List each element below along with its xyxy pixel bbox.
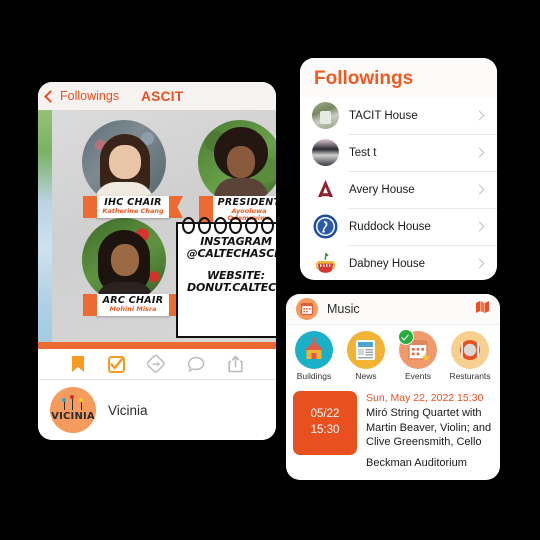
event-title: Miró String Quartet with Martin Beaver, …	[366, 407, 492, 448]
ihc-chair-ribbon: IHC CHAIR Katherine Chang	[83, 196, 170, 219]
chevron-right-icon	[474, 184, 485, 195]
comment-icon[interactable]	[187, 356, 205, 373]
category-label: Resturants	[449, 371, 491, 381]
list-item-label: Dabney House	[349, 257, 426, 270]
chevron-right-icon	[474, 147, 485, 158]
poster-edge-strip	[38, 110, 52, 342]
list-item-label: Ruddock House	[349, 220, 431, 233]
music-title: Music	[327, 302, 360, 316]
list-item-label: Test t	[349, 146, 377, 159]
music-events-card: Music Buildings News Events Resturants 0…	[286, 294, 500, 480]
list-item[interactable]: Ruddock House	[300, 208, 497, 245]
app-name-label: Vicinia	[108, 402, 148, 418]
buildings-icon	[295, 331, 333, 369]
event-time: 15:30	[310, 424, 340, 436]
notepad-text: INSTAGRAM @CALTECHASCIT WEBSITE: DONUT.C…	[178, 224, 276, 294]
event-list-item[interactable]: 05/22 15:30 Sun, May 22, 2022 15:30 Miró…	[286, 384, 500, 478]
restaurant-icon	[451, 331, 489, 369]
event-venue: Beckman Auditorium	[366, 457, 467, 470]
list-item[interactable]: Dabney House	[300, 245, 497, 280]
share-icon[interactable]	[227, 355, 244, 373]
back-button[interactable]: Followings	[44, 89, 120, 103]
category-news[interactable]: News	[344, 331, 388, 381]
news-icon	[347, 331, 385, 369]
president-photo	[198, 120, 276, 204]
vicinia-logo-icon: VICINIA	[50, 387, 96, 433]
music-header: Music	[286, 294, 500, 325]
category-buildings[interactable]: Buildings	[292, 331, 336, 381]
chevron-right-icon	[474, 110, 485, 121]
directions-icon[interactable]	[147, 355, 165, 373]
arc-chair-photo	[82, 218, 166, 302]
person-face	[111, 244, 139, 276]
action-toolbar	[38, 349, 276, 380]
followings-card: Followings TACIT House Test t Avery Hous…	[300, 58, 497, 280]
event-date: 05/22	[310, 408, 340, 421]
person-face	[227, 146, 255, 178]
ihc-chair-photo	[82, 120, 166, 204]
vicinia-wordmark: VICINIA	[51, 411, 95, 422]
poster-bottom-bar	[38, 342, 276, 349]
instagram-handle: @CALTECHASCIT	[186, 247, 276, 261]
followings-title: Followings	[314, 68, 414, 89]
profile-navbar: Followings ASCIT	[38, 82, 276, 110]
dabney-crest-icon	[312, 250, 339, 277]
category-restaurants[interactable]: Resturants	[448, 331, 492, 381]
screenshot-stage: Followings ASCIT IHC CHAIR Katherine Cha…	[0, 0, 540, 540]
calendar-icon	[296, 298, 318, 320]
category-label: Buildings	[296, 371, 332, 381]
spiral-binding-icon	[182, 217, 276, 234]
page-title: ASCIT	[141, 88, 184, 104]
list-item-label: Avery House	[349, 183, 415, 196]
selected-check-icon	[398, 329, 414, 345]
chevron-left-icon	[44, 89, 57, 103]
arc-chair-ribbon: ARC CHAIR Mohini Misra	[83, 294, 170, 317]
ruddock-crest-icon	[312, 213, 339, 240]
category-events[interactable]: Events	[396, 329, 440, 381]
checkbox-icon[interactable]	[108, 355, 125, 373]
map-icon[interactable]	[475, 300, 490, 319]
website-url: DONUT.CALTECH	[187, 280, 276, 294]
event-details: Sun, May 22, 2022 15:30 Miró String Quar…	[366, 391, 492, 470]
ascit-poster-image[interactable]: IHC CHAIR Katherine Chang PRESIDENT Ayoo…	[38, 110, 276, 342]
event-datetime-label: Sun, May 22, 2022 15:30	[366, 392, 484, 404]
avery-crest-icon	[312, 176, 339, 203]
followings-header: Followings	[300, 58, 497, 97]
category-label: Events	[405, 371, 431, 381]
list-item-label: TACIT House	[349, 109, 418, 122]
event-date-badge: 05/22 15:30	[293, 391, 357, 455]
chevron-right-icon	[474, 221, 485, 232]
app-footer: VICINIA Vicinia	[38, 380, 276, 440]
list-item[interactable]: Test t	[300, 134, 497, 171]
list-item[interactable]: Avery House	[300, 171, 497, 208]
category-label: News	[355, 371, 377, 381]
avatar	[312, 139, 339, 166]
person-name: Katherine Chang	[102, 206, 164, 215]
bookmark-icon[interactable]	[70, 355, 86, 373]
category-scroller[interactable]: Buildings News Events Resturants	[286, 325, 500, 384]
list-item[interactable]: TACIT House	[300, 97, 497, 134]
notepad-graphic: INSTAGRAM @CALTECHASCIT WEBSITE: DONUT.C…	[176, 217, 276, 338]
ascit-profile-card: Followings ASCIT IHC CHAIR Katherine Cha…	[38, 82, 276, 440]
events-icon	[398, 329, 437, 369]
person-name: Mohini Misra	[109, 304, 157, 313]
avatar	[312, 102, 339, 129]
back-button-label: Followings	[60, 89, 120, 103]
chevron-right-icon	[474, 258, 485, 269]
